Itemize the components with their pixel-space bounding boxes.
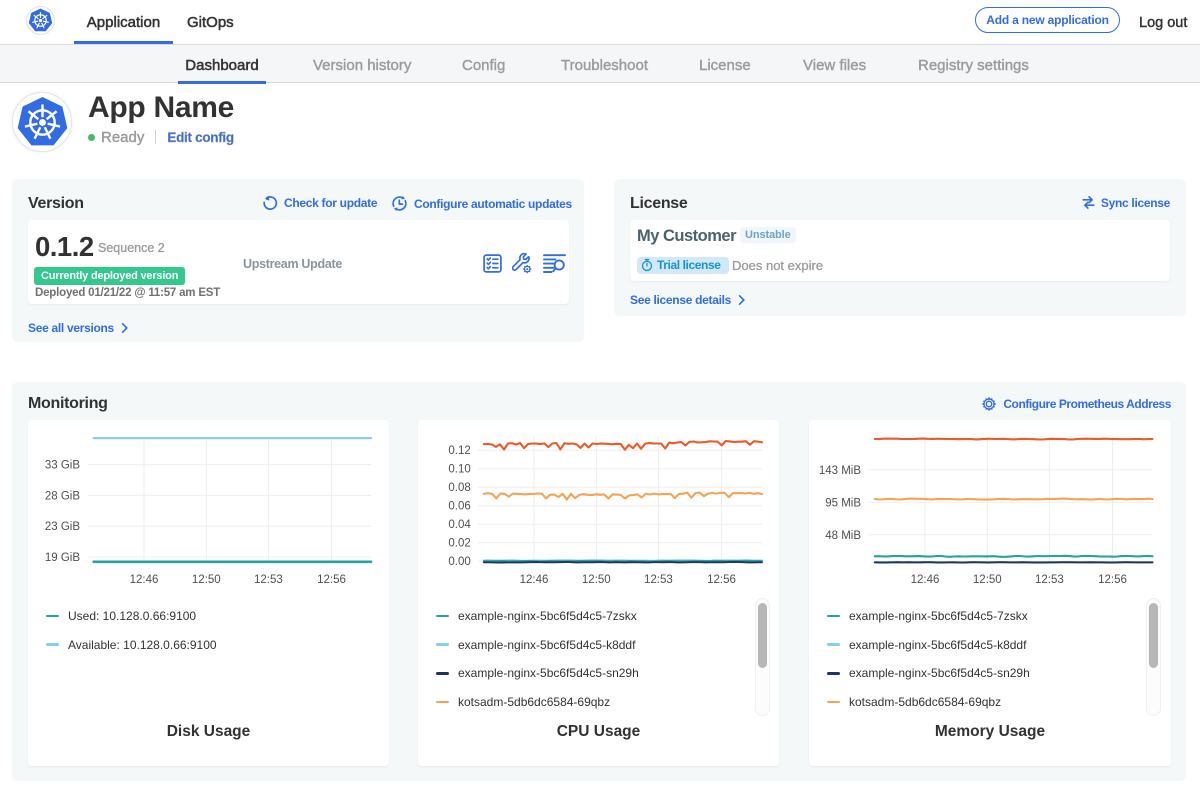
svg-text:0.00: 0.00	[448, 556, 470, 568]
svg-text:12:50: 12:50	[582, 574, 611, 586]
svg-text:0.06: 0.06	[448, 501, 470, 513]
svg-text:0.08: 0.08	[448, 482, 470, 494]
svg-text:23 GiB: 23 GiB	[45, 521, 80, 533]
svg-text:12:53: 12:53	[254, 574, 283, 586]
svg-text:12:56: 12:56	[707, 574, 736, 586]
svg-text:48 MiB: 48 MiB	[825, 530, 861, 542]
svg-text:12:46: 12:46	[520, 574, 549, 586]
svg-text:12:56: 12:56	[317, 574, 346, 586]
svg-text:12:53: 12:53	[644, 574, 673, 586]
svg-text:0.02: 0.02	[448, 538, 470, 550]
svg-text:12:56: 12:56	[1098, 574, 1127, 586]
svg-text:19 GiB: 19 GiB	[45, 552, 80, 564]
svg-text:12:46: 12:46	[130, 574, 159, 586]
svg-text:12:50: 12:50	[973, 574, 1002, 586]
svg-text:0.04: 0.04	[448, 519, 471, 531]
svg-text:28 GiB: 28 GiB	[45, 490, 80, 502]
svg-text:12:53: 12:53	[1035, 574, 1064, 586]
svg-text:0.12: 0.12	[448, 445, 470, 457]
svg-text:12:50: 12:50	[192, 574, 221, 586]
svg-text:0.10: 0.10	[448, 464, 470, 476]
svg-text:143 MiB: 143 MiB	[819, 465, 862, 477]
svg-text:95 MiB: 95 MiB	[825, 497, 861, 509]
svg-text:33 GiB: 33 GiB	[45, 460, 80, 472]
svg-text:12:46: 12:46	[911, 574, 940, 586]
